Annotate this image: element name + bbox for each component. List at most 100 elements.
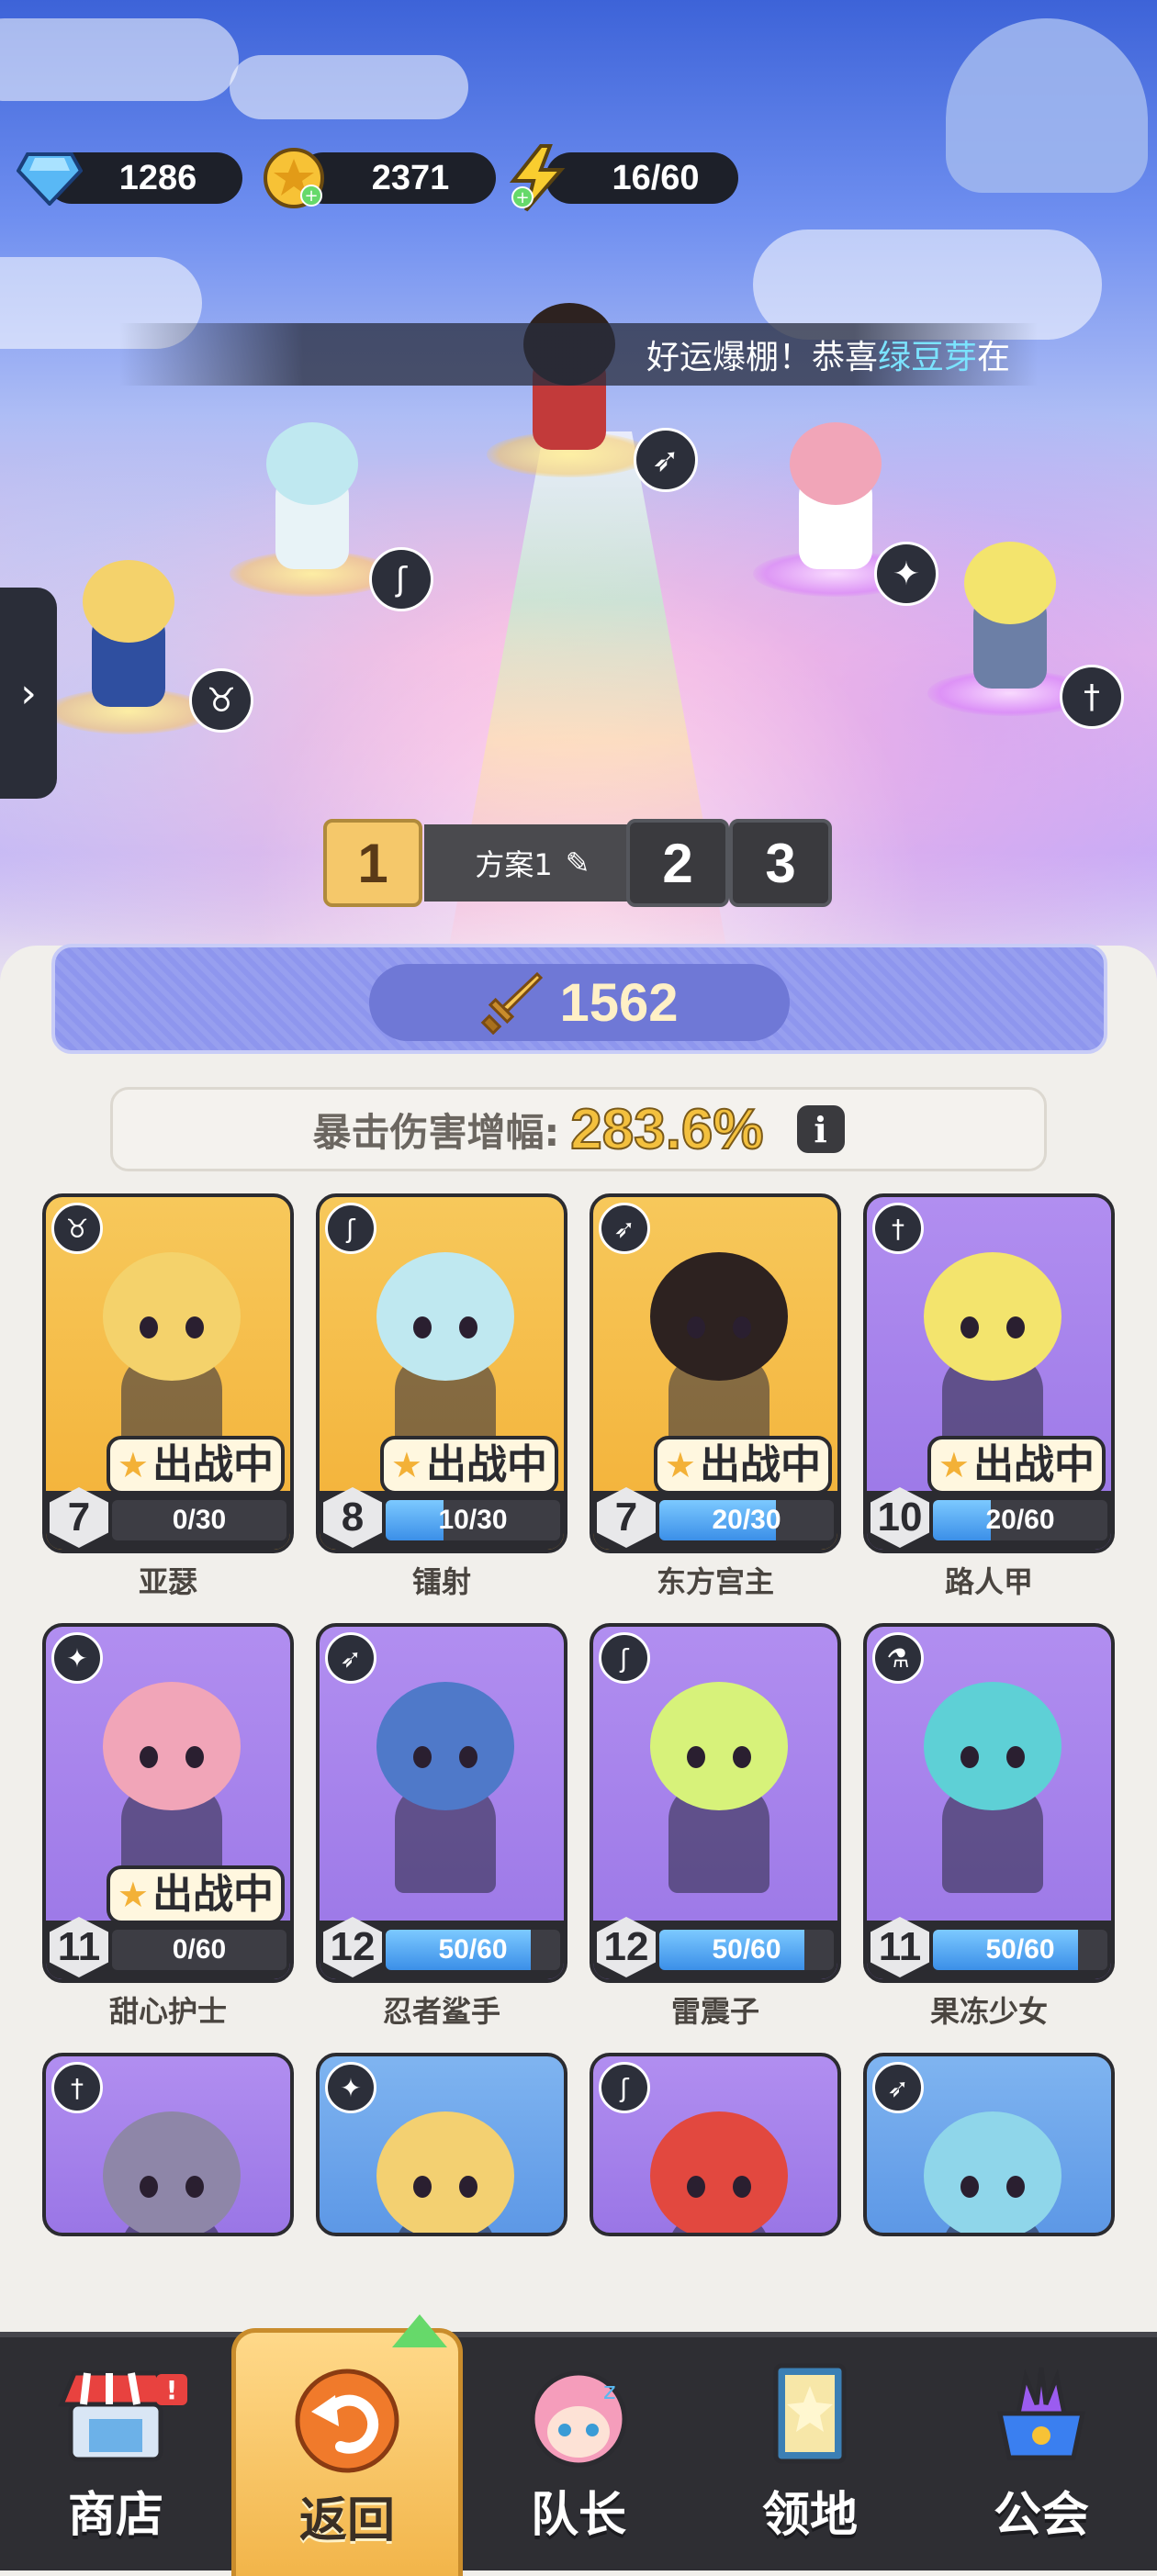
captain-icon: z bbox=[519, 2358, 638, 2469]
nav-territory[interactable]: 领地 bbox=[694, 2337, 926, 2570]
eye bbox=[1006, 1316, 1025, 1338]
hero-card[interactable]: † ★ 出战中 20/60 10 bbox=[863, 1193, 1115, 1553]
svg-text:z: z bbox=[603, 2378, 616, 2405]
nav-label: 公会 bbox=[993, 2488, 1089, 2543]
hero-portrait bbox=[103, 1252, 241, 1381]
eye bbox=[960, 2176, 979, 2198]
gold-counter[interactable]: 2371 bbox=[298, 152, 496, 204]
hero-card[interactable]: ʃ 50/60 12 bbox=[590, 1623, 841, 1983]
shard-progress: 50/60 bbox=[933, 1930, 1107, 1970]
plan-tab-number: 1 bbox=[357, 832, 388, 894]
hero-card[interactable]: ✦ bbox=[316, 2053, 567, 2236]
eye bbox=[413, 1316, 432, 1338]
hero-card[interactable]: ʃ ★ 出战中 10/30 8 bbox=[316, 1193, 567, 1553]
hero-name: 雷震子 bbox=[670, 1994, 759, 2029]
hero-level: 11 bbox=[871, 1917, 929, 1977]
cloud bbox=[0, 18, 239, 101]
archer-icon: ➶ bbox=[634, 428, 698, 492]
plan-tab-2[interactable]: 2 bbox=[626, 819, 729, 907]
hero-name: 路人甲 bbox=[944, 1564, 1033, 1599]
hero-card[interactable]: ⚗ 50/60 11 bbox=[863, 1623, 1115, 1983]
hero-level: 7 bbox=[597, 1487, 656, 1548]
lightning-icon[interactable]: + bbox=[505, 144, 571, 212]
hero-name: 果冻少女 bbox=[929, 1994, 1048, 2029]
edit-icon[interactable]: ✎ bbox=[566, 846, 590, 880]
archer-icon: ➶ bbox=[599, 1203, 650, 1254]
level-bar: 10/30 8 bbox=[320, 1487, 564, 1550]
info-icon[interactable]: i bbox=[796, 1105, 845, 1153]
hero-level: 7 bbox=[50, 1487, 108, 1548]
shard-progress: 20/60 bbox=[933, 1500, 1107, 1540]
field-hero-arthur[interactable] bbox=[46, 560, 211, 734]
field-hero-passerby[interactable] bbox=[927, 542, 1093, 716]
hero-name: 镭射 bbox=[411, 1564, 471, 1599]
hero-portrait bbox=[650, 2111, 788, 2233]
star-icon: ★ bbox=[117, 1875, 149, 1915]
plan-tab-3[interactable]: 3 bbox=[729, 819, 832, 907]
in-battle-label: 出战中 bbox=[426, 1441, 547, 1488]
rainbow-road bbox=[441, 431, 735, 991]
gold-coin-icon[interactable]: + bbox=[261, 145, 327, 211]
hero-card[interactable]: ➶ 50/60 12 bbox=[316, 1623, 567, 1983]
nav-return[interactable]: 返回 bbox=[231, 2314, 463, 2576]
in-battle-label: 出战中 bbox=[700, 1441, 821, 1488]
eye bbox=[960, 1746, 979, 1768]
shard-count: 50/60 bbox=[712, 1934, 781, 1965]
formation-plan-tabs: 1 方案1 ✎ 2 3 bbox=[323, 819, 833, 907]
warrior-icon: † bbox=[872, 1203, 924, 1254]
hero-card[interactable]: ➶ bbox=[863, 2053, 1115, 2236]
eye bbox=[687, 1746, 705, 1768]
plan-name-field[interactable]: 方案1 ✎ bbox=[424, 824, 641, 902]
nav-label: 返回 bbox=[298, 2493, 395, 2548]
nav-guild[interactable]: 公会 bbox=[926, 2337, 1157, 2570]
side-drawer-toggle[interactable]: › bbox=[0, 588, 57, 799]
field-hero-laser[interactable] bbox=[230, 422, 395, 597]
hero-head bbox=[83, 560, 174, 643]
hero-name: 东方宫主 bbox=[656, 1564, 774, 1599]
level-bar: 0/60 11 bbox=[46, 1917, 290, 1979]
energy-counter[interactable]: 16/60 bbox=[545, 152, 738, 204]
hero-name: 忍者鲨手 bbox=[382, 1994, 500, 2029]
in-battle-badge: ★ 出战中 bbox=[106, 1436, 285, 1495]
shard-count: 0/60 bbox=[172, 1934, 227, 1965]
in-battle-label: 出战中 bbox=[152, 1871, 274, 1918]
hero-card[interactable]: ➶ ★ 出战中 20/30 7 bbox=[590, 1193, 841, 1553]
shard-progress: 10/30 bbox=[386, 1500, 560, 1540]
hero-portrait bbox=[924, 2111, 1062, 2233]
star-icon: ★ bbox=[938, 1445, 970, 1485]
nav-captain[interactable]: z 队长 bbox=[463, 2337, 694, 2570]
svg-text:+: + bbox=[304, 186, 318, 206]
level-bar: 20/30 7 bbox=[593, 1487, 837, 1550]
eye bbox=[687, 2176, 705, 2198]
hero-head bbox=[790, 422, 882, 505]
hero-card[interactable]: ✦ ★ 出战中 0/60 11 bbox=[42, 1623, 294, 1983]
eye bbox=[185, 1316, 204, 1338]
shard-count: 50/60 bbox=[438, 1934, 508, 1965]
shard-count: 20/60 bbox=[985, 1505, 1055, 1535]
shard-progress: 50/60 bbox=[659, 1930, 834, 1970]
plan-tab-1[interactable]: 1 bbox=[323, 819, 422, 907]
gem-amount: 1286 bbox=[118, 158, 197, 197]
tank-icon: ♉ bbox=[189, 668, 253, 733]
eye bbox=[459, 1316, 477, 1338]
mage-icon: ʃ bbox=[599, 2062, 650, 2113]
shard-progress: 0/30 bbox=[112, 1500, 286, 1540]
hero-level: 8 bbox=[323, 1487, 382, 1548]
in-battle-badge: ★ 出战中 bbox=[927, 1436, 1106, 1495]
mage-icon: ʃ bbox=[369, 547, 433, 611]
currency-bar: 1286 2371 + 16/60 + bbox=[17, 144, 738, 212]
eye bbox=[960, 1316, 979, 1338]
chevron-right-icon: › bbox=[20, 669, 37, 717]
level-bar: 50/60 12 bbox=[593, 1917, 837, 1979]
warrior-icon: † bbox=[51, 2062, 103, 2113]
energy-amount: 16/60 bbox=[612, 158, 700, 197]
cloud bbox=[230, 55, 468, 119]
hero-head bbox=[964, 542, 1056, 624]
hero-card[interactable]: † bbox=[42, 2053, 294, 2236]
warrior-icon: † bbox=[1060, 665, 1124, 729]
power-value: 1562 bbox=[559, 972, 679, 1033]
hero-card[interactable]: ʃ bbox=[590, 2053, 841, 2236]
hero-card[interactable]: ♉ ★ 出战中 0/30 7 bbox=[42, 1193, 294, 1553]
mage-icon: ʃ bbox=[599, 1632, 650, 1684]
nav-shop[interactable]: ! 商店 bbox=[0, 2337, 231, 2570]
